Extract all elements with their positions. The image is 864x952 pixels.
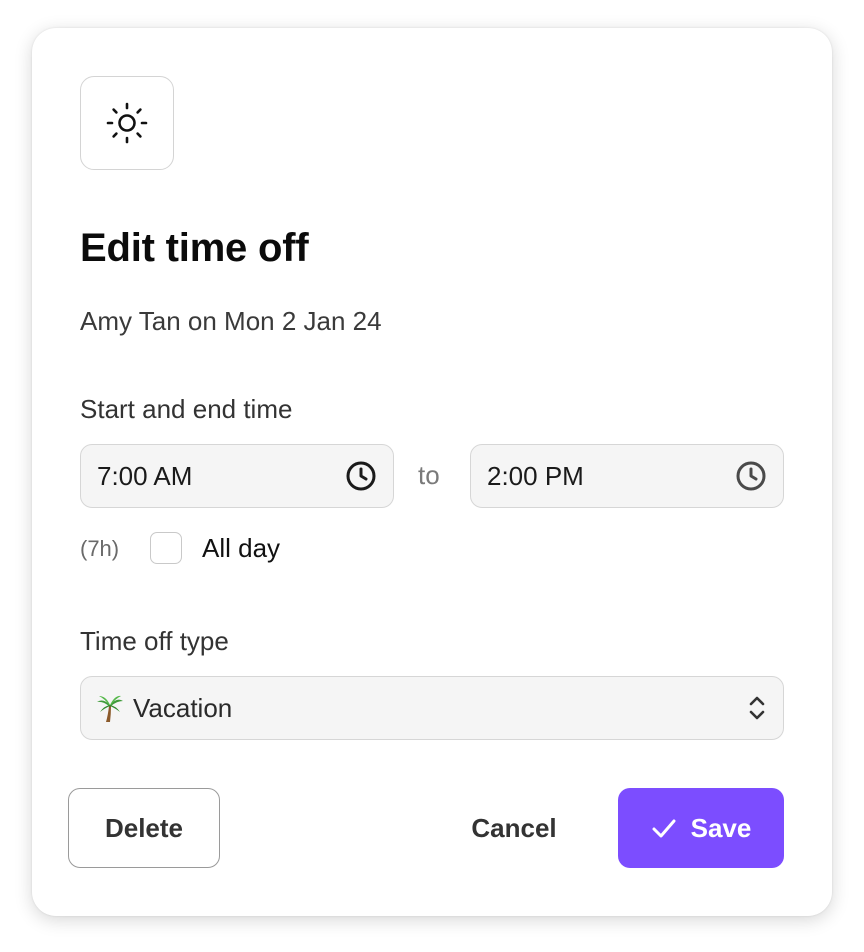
time-off-type-label: Time off type	[80, 626, 229, 656]
duration-text: (7h)	[80, 536, 120, 561]
time-off-type-value: Vacation	[133, 692, 233, 723]
delete-button[interactable]: Delete	[68, 788, 220, 868]
cancel-button-label: Cancel	[471, 812, 557, 843]
delete-button-label: Delete	[104, 812, 184, 843]
save-button-label: Save	[690, 812, 752, 843]
all-day-checkbox[interactable]	[150, 532, 182, 564]
dialog-title: Edit time off	[80, 226, 309, 270]
start-end-time-label: Start and end time	[80, 394, 293, 424]
start-time-input[interactable]: 7:00 AM	[80, 444, 394, 508]
clock-icon	[346, 461, 376, 491]
all-day-label[interactable]: All day	[202, 533, 280, 564]
check-icon	[652, 819, 676, 838]
time-range-separator: to	[418, 460, 440, 490]
time-off-type-select[interactable]: Vacation	[80, 676, 784, 740]
save-button[interactable]: Save	[618, 788, 784, 868]
start-time-value: 7:00 AM	[97, 460, 193, 491]
header-icon-box	[80, 76, 174, 170]
sun-icon	[106, 102, 148, 144]
clock-icon	[736, 461, 766, 491]
chevron-up-down-icon	[749, 696, 765, 720]
end-time-input[interactable]: 2:00 PM	[470, 444, 784, 508]
dialog-subtitle: Amy Tan on Mon 2 Jan 24	[80, 306, 382, 336]
cancel-button[interactable]: Cancel	[452, 788, 576, 868]
edit-time-off-dialog: Edit time off Amy Tan on Mon 2 Jan 24 St…	[32, 28, 832, 916]
palm-tree-icon	[95, 693, 125, 723]
end-time-value: 2:00 PM	[487, 460, 584, 491]
